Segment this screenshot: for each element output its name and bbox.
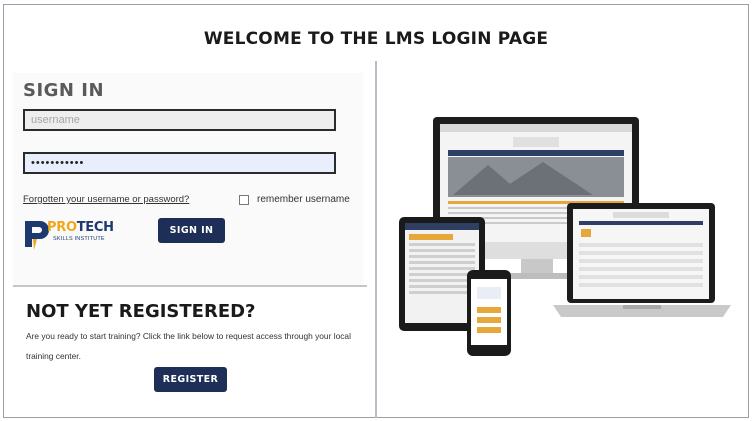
forgot-password-link[interactable]: Forgotten your username or password?	[23, 194, 189, 205]
devices-illustration	[399, 117, 731, 356]
register-button[interactable]: REGISTER	[154, 367, 227, 392]
password-input[interactable]	[23, 152, 336, 174]
protech-logo-subtitle: SKILLS INSTITUTE	[53, 236, 105, 242]
phone-image	[467, 270, 511, 356]
left-panel: SIGN IN Forgotten your username or passw…	[4, 65, 375, 418]
remember-username-checkbox[interactable]	[239, 194, 249, 205]
login-page-frame: WELCOME TO THE LMS LOGIN PAGE SIGN IN Fo…	[3, 4, 749, 418]
not-registered-heading: NOT YET REGISTERED?	[26, 301, 256, 322]
remember-username[interactable]: remember username	[239, 194, 350, 205]
protech-logo: PROTECH SKILLS INSTITUTE	[23, 217, 114, 253]
sign-in-heading: SIGN IN	[23, 80, 105, 101]
username-input[interactable]	[23, 109, 336, 131]
laptop-image	[553, 203, 731, 317]
register-description: Are you ready to start training? Click t…	[26, 331, 351, 361]
sign-in-section: SIGN IN Forgotten your username or passw…	[13, 73, 363, 287]
section-divider	[13, 285, 367, 287]
remember-username-label: remember username	[257, 194, 350, 205]
protech-logo-wordmark: PROTECH	[47, 220, 114, 235]
sign-in-button[interactable]: SIGN IN	[158, 218, 225, 243]
page-title: WELCOME TO THE LMS LOGIN PAGE	[203, 29, 549, 49]
column-divider	[375, 61, 377, 418]
